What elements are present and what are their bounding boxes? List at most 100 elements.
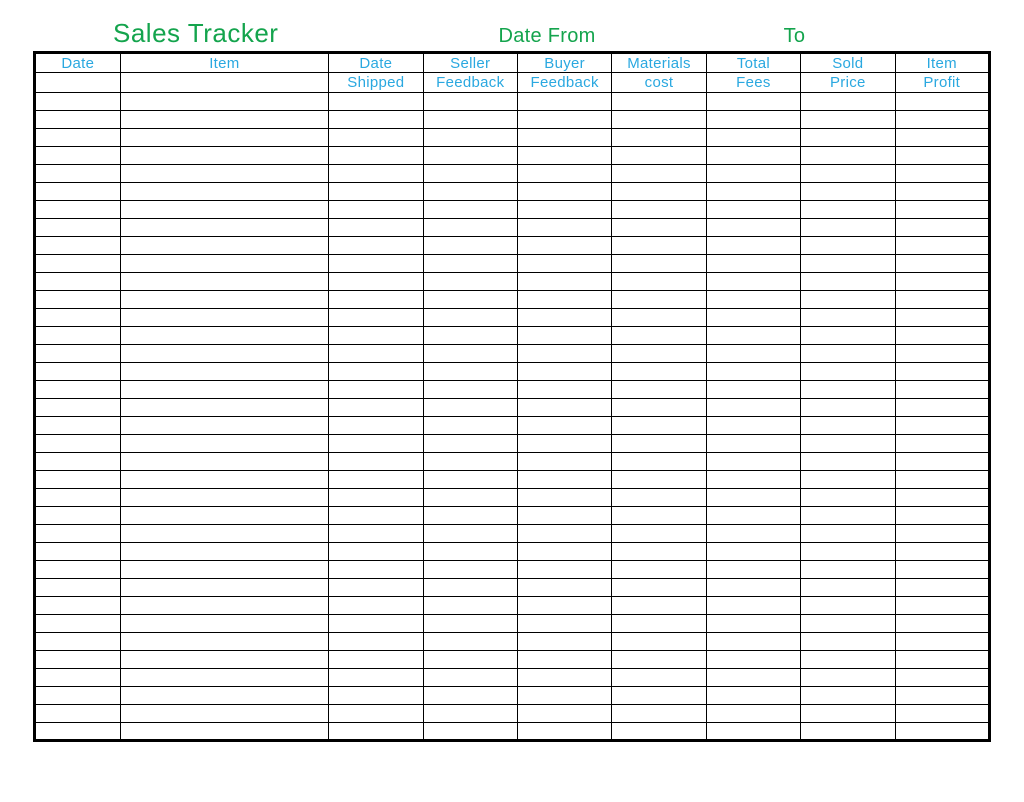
- cell[interactable]: [35, 543, 121, 561]
- cell[interactable]: [35, 723, 121, 741]
- cell[interactable]: [120, 147, 329, 165]
- cell[interactable]: [423, 309, 517, 327]
- cell[interactable]: [706, 723, 800, 741]
- cell[interactable]: [35, 525, 121, 543]
- cell[interactable]: [329, 183, 423, 201]
- cell[interactable]: [423, 111, 517, 129]
- cell[interactable]: [35, 183, 121, 201]
- cell[interactable]: [35, 597, 121, 615]
- cell[interactable]: [120, 543, 329, 561]
- cell[interactable]: [35, 201, 121, 219]
- cell[interactable]: [706, 165, 800, 183]
- cell[interactable]: [329, 129, 423, 147]
- cell[interactable]: [706, 219, 800, 237]
- cell[interactable]: [801, 579, 895, 597]
- cell[interactable]: [35, 615, 121, 633]
- cell[interactable]: [329, 381, 423, 399]
- cell[interactable]: [120, 723, 329, 741]
- cell[interactable]: [423, 579, 517, 597]
- cell[interactable]: [423, 651, 517, 669]
- cell[interactable]: [517, 273, 611, 291]
- cell[interactable]: [801, 687, 895, 705]
- cell[interactable]: [612, 381, 706, 399]
- cell[interactable]: [706, 273, 800, 291]
- cell[interactable]: [517, 723, 611, 741]
- cell[interactable]: [706, 363, 800, 381]
- cell[interactable]: [706, 525, 800, 543]
- cell[interactable]: [612, 291, 706, 309]
- cell[interactable]: [895, 111, 989, 129]
- cell[interactable]: [895, 471, 989, 489]
- cell[interactable]: [120, 705, 329, 723]
- cell[interactable]: [612, 111, 706, 129]
- cell[interactable]: [517, 363, 611, 381]
- cell[interactable]: [706, 93, 800, 111]
- cell[interactable]: [895, 345, 989, 363]
- cell[interactable]: [612, 597, 706, 615]
- cell[interactable]: [801, 723, 895, 741]
- cell[interactable]: [423, 435, 517, 453]
- cell[interactable]: [120, 129, 329, 147]
- cell[interactable]: [895, 273, 989, 291]
- cell[interactable]: [120, 417, 329, 435]
- cell[interactable]: [120, 93, 329, 111]
- cell[interactable]: [423, 273, 517, 291]
- cell[interactable]: [612, 525, 706, 543]
- cell[interactable]: [120, 687, 329, 705]
- cell[interactable]: [517, 471, 611, 489]
- cell[interactable]: [706, 183, 800, 201]
- cell[interactable]: [801, 291, 895, 309]
- cell[interactable]: [895, 651, 989, 669]
- cell[interactable]: [35, 579, 121, 597]
- cell[interactable]: [612, 93, 706, 111]
- cell[interactable]: [706, 345, 800, 363]
- cell[interactable]: [120, 579, 329, 597]
- cell[interactable]: [801, 417, 895, 435]
- cell[interactable]: [35, 345, 121, 363]
- cell[interactable]: [120, 471, 329, 489]
- cell[interactable]: [517, 561, 611, 579]
- cell[interactable]: [706, 201, 800, 219]
- cell[interactable]: [801, 561, 895, 579]
- cell[interactable]: [423, 255, 517, 273]
- cell[interactable]: [801, 399, 895, 417]
- cell[interactable]: [517, 417, 611, 435]
- cell[interactable]: [706, 147, 800, 165]
- cell[interactable]: [329, 399, 423, 417]
- cell[interactable]: [706, 669, 800, 687]
- cell[interactable]: [423, 561, 517, 579]
- cell[interactable]: [423, 507, 517, 525]
- cell[interactable]: [35, 327, 121, 345]
- cell[interactable]: [35, 651, 121, 669]
- cell[interactable]: [35, 417, 121, 435]
- cell[interactable]: [801, 309, 895, 327]
- cell[interactable]: [517, 543, 611, 561]
- cell[interactable]: [35, 309, 121, 327]
- cell[interactable]: [329, 543, 423, 561]
- cell[interactable]: [612, 345, 706, 363]
- cell[interactable]: [35, 435, 121, 453]
- cell[interactable]: [895, 147, 989, 165]
- cell[interactable]: [801, 93, 895, 111]
- cell[interactable]: [517, 183, 611, 201]
- cell[interactable]: [517, 165, 611, 183]
- cell[interactable]: [895, 417, 989, 435]
- cell[interactable]: [35, 669, 121, 687]
- cell[interactable]: [895, 561, 989, 579]
- cell[interactable]: [706, 327, 800, 345]
- cell[interactable]: [120, 237, 329, 255]
- cell[interactable]: [120, 219, 329, 237]
- cell[interactable]: [801, 669, 895, 687]
- cell[interactable]: [329, 273, 423, 291]
- cell[interactable]: [120, 597, 329, 615]
- cell[interactable]: [329, 471, 423, 489]
- cell[interactable]: [423, 237, 517, 255]
- cell[interactable]: [329, 579, 423, 597]
- cell[interactable]: [329, 147, 423, 165]
- cell[interactable]: [801, 201, 895, 219]
- cell[interactable]: [706, 507, 800, 525]
- cell[interactable]: [517, 615, 611, 633]
- cell[interactable]: [612, 471, 706, 489]
- cell[interactable]: [895, 705, 989, 723]
- cell[interactable]: [801, 471, 895, 489]
